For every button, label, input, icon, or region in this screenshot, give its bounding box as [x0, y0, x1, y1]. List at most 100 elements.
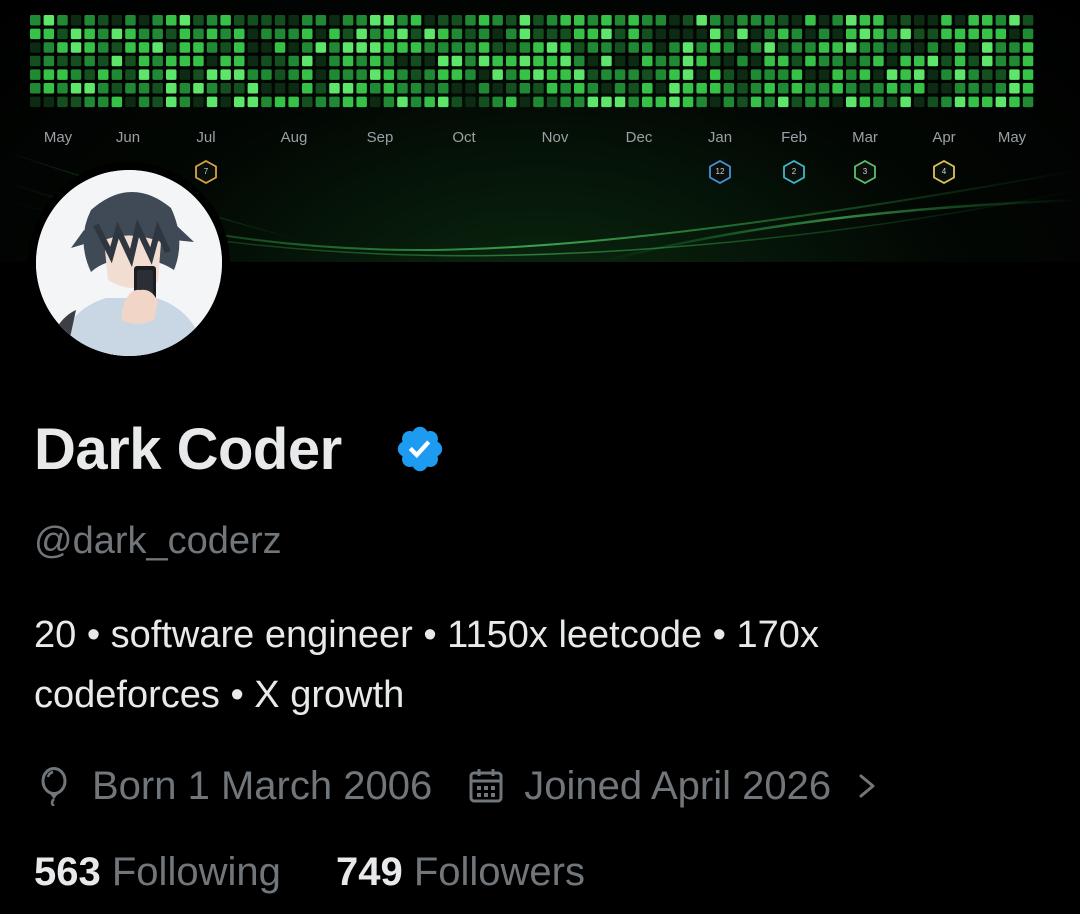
heatmap-cell	[315, 69, 327, 80]
heatmap-cell	[818, 42, 830, 53]
heatmap-cell	[859, 55, 871, 67]
heatmap-cell	[750, 55, 762, 67]
heatmap-cell	[900, 28, 911, 40]
heatmap-cell	[220, 96, 231, 108]
heatmap-cell	[492, 69, 503, 80]
heatmap-cell	[628, 15, 639, 26]
heatmap-cell	[778, 69, 789, 80]
following-label: Following	[111, 850, 281, 894]
heatmap-cell	[968, 96, 979, 108]
heatmap-cell	[383, 15, 395, 26]
heatmap-cell	[873, 69, 884, 80]
heatmap-cell	[546, 42, 558, 53]
heatmap-cell	[111, 83, 123, 94]
heatmap-cell	[30, 83, 41, 94]
followers-link[interactable]: 749 Followers	[336, 850, 585, 895]
heatmap-cell	[723, 96, 735, 108]
heatmap-cell	[166, 69, 177, 80]
badge-number: 3	[862, 167, 868, 176]
heatmap-cell	[764, 42, 775, 53]
heatmap-cell	[696, 69, 707, 80]
heatmap-cell	[560, 69, 571, 80]
heatmap-cell	[914, 15, 925, 26]
heatmap-cell	[234, 55, 245, 67]
heatmap-cell	[84, 28, 95, 40]
heatmap-cell	[220, 28, 231, 40]
heatmap-cell	[342, 69, 354, 80]
heatmap-cell	[886, 83, 898, 94]
heatmap-cell	[206, 69, 218, 80]
heatmap-cell	[138, 42, 150, 53]
heatmap-cell	[424, 83, 435, 94]
heatmap-cell	[818, 96, 830, 108]
heatmap-cell	[764, 55, 775, 67]
heatmap-cell	[370, 55, 381, 67]
heatmap-cell	[288, 69, 299, 80]
heatmap-cell	[261, 55, 272, 67]
heatmap-cell	[710, 69, 721, 80]
heatmap-cell	[805, 83, 816, 94]
achievement-badge: 2	[783, 160, 805, 184]
heatmap-cell	[315, 83, 327, 94]
verified-badge-icon[interactable]	[394, 423, 446, 475]
heatmap-cell	[995, 15, 1007, 26]
heatmap-cell	[329, 28, 340, 40]
heatmap-cell	[764, 28, 775, 40]
heatmap-cell	[410, 28, 422, 40]
heatmap-cell	[642, 69, 653, 80]
heatmap-cell	[710, 83, 721, 94]
heatmap-cell	[288, 42, 299, 53]
heatmap-cell	[628, 28, 639, 40]
heatmap-cell	[70, 15, 82, 26]
heatmap-cell	[356, 28, 367, 40]
chevron-right-icon[interactable]	[855, 766, 879, 806]
heatmap-cell	[356, 69, 367, 80]
heatmap-cell	[846, 42, 857, 53]
heatmap-cell	[614, 69, 626, 80]
heatmap-cell	[533, 15, 544, 26]
heatmap-cell	[805, 15, 816, 26]
heatmap-cell	[995, 55, 1007, 67]
followers-count: 749	[335, 850, 403, 894]
heatmap-cell	[506, 69, 517, 80]
profile-name: Dark Coder	[34, 417, 342, 482]
heatmap-cell	[478, 15, 490, 26]
heatmap-cell	[1009, 96, 1020, 108]
heatmap-cell	[315, 42, 327, 53]
heatmap-cell	[1009, 83, 1020, 94]
heatmap-cell	[424, 28, 435, 40]
heatmap-cell	[560, 15, 571, 26]
heatmap-cell	[274, 96, 286, 108]
heatmap-cell	[125, 42, 136, 53]
heatmap-cell	[750, 28, 762, 40]
heatmap-cell	[370, 28, 381, 40]
born-date: Born 1 March 2006	[92, 763, 433, 808]
heatmap-cell	[655, 28, 667, 40]
heatmap-cell	[778, 55, 789, 67]
heatmap-cell	[261, 83, 272, 94]
heatmap-cell	[370, 96, 381, 108]
heatmap-cell	[57, 55, 68, 67]
heatmap-cell	[723, 55, 735, 67]
heatmap-cell	[696, 42, 707, 53]
heatmap-cell	[111, 55, 123, 67]
heatmap-cell	[655, 15, 667, 26]
heatmap-cell	[111, 28, 123, 40]
heatmap-cell	[574, 55, 585, 67]
heatmap-cell	[818, 69, 830, 80]
heatmap-cell	[179, 83, 191, 94]
following-link[interactable]: 563 Following	[34, 850, 281, 895]
heatmap-cell	[98, 69, 109, 80]
heatmap-cell	[274, 42, 286, 53]
heatmap-cell	[356, 83, 367, 94]
heatmap-cell	[138, 55, 150, 67]
avatar[interactable]	[36, 170, 222, 356]
heatmap-cell	[669, 28, 680, 40]
heatmap-cell	[642, 42, 653, 53]
heatmap-cell	[478, 42, 490, 53]
heatmap-cell	[587, 69, 599, 80]
heatmap-cell	[696, 96, 707, 108]
heatmap-cell	[84, 69, 95, 80]
heatmap-cell	[234, 28, 245, 40]
badge-number: 2	[791, 167, 797, 176]
